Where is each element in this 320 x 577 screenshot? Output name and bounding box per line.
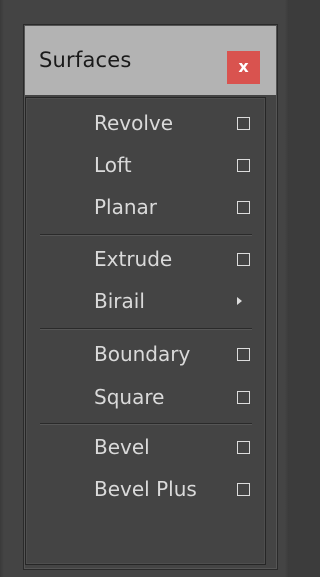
surfaces-menu: Revolve Loft Planar Extrude Birail Bound…	[25, 97, 266, 565]
menu-separator	[40, 234, 252, 236]
menu-item-label: Extrude	[94, 247, 173, 271]
menu-separator	[40, 328, 252, 330]
menu-item-loft[interactable]: Loft	[26, 147, 265, 187]
menu-item-label: Square	[94, 385, 165, 409]
option-box-icon[interactable]	[237, 117, 250, 130]
menu-item-label: Bevel	[94, 435, 150, 459]
menu-item-bevel[interactable]: Bevel	[26, 429, 265, 469]
menu-item-extrude[interactable]: Extrude	[26, 241, 265, 281]
menu-item-birail[interactable]: Birail	[26, 283, 265, 323]
option-box-icon[interactable]	[237, 391, 250, 404]
menu-item-bevel-plus[interactable]: Bevel Plus	[26, 471, 265, 511]
menu-item-revolve[interactable]: Revolve	[26, 105, 265, 145]
menu-item-boundary[interactable]: Boundary	[26, 336, 265, 376]
menu-separator	[40, 423, 252, 425]
window-titlebar[interactable]: Surfaces x	[25, 26, 276, 95]
option-box-icon[interactable]	[237, 253, 250, 266]
menu-item-label: Birail	[94, 289, 145, 313]
menu-item-label: Revolve	[94, 111, 174, 135]
menu-item-square[interactable]: Square	[26, 379, 265, 419]
close-button[interactable]: x	[227, 51, 260, 84]
option-box-icon[interactable]	[237, 483, 250, 496]
menu-item-label: Loft	[94, 153, 132, 177]
menu-item-planar[interactable]: Planar	[26, 189, 265, 229]
option-box-icon[interactable]	[237, 348, 250, 361]
window-title: Surfaces	[39, 48, 132, 72]
option-box-icon[interactable]	[237, 441, 250, 454]
submenu-arrow-icon	[237, 297, 242, 305]
menu-item-label: Boundary	[94, 342, 191, 366]
menu-item-label: Planar	[94, 195, 158, 219]
option-box-icon[interactable]	[237, 201, 250, 214]
option-box-icon[interactable]	[237, 159, 250, 172]
surfaces-menu-window: Surfaces x Revolve Loft Planar Extrude B…	[23, 24, 278, 570]
menu-item-label: Bevel Plus	[94, 477, 197, 501]
close-icon: x	[238, 57, 249, 76]
app-frame: Surfaces x Revolve Loft Planar Extrude B…	[0, 0, 289, 577]
